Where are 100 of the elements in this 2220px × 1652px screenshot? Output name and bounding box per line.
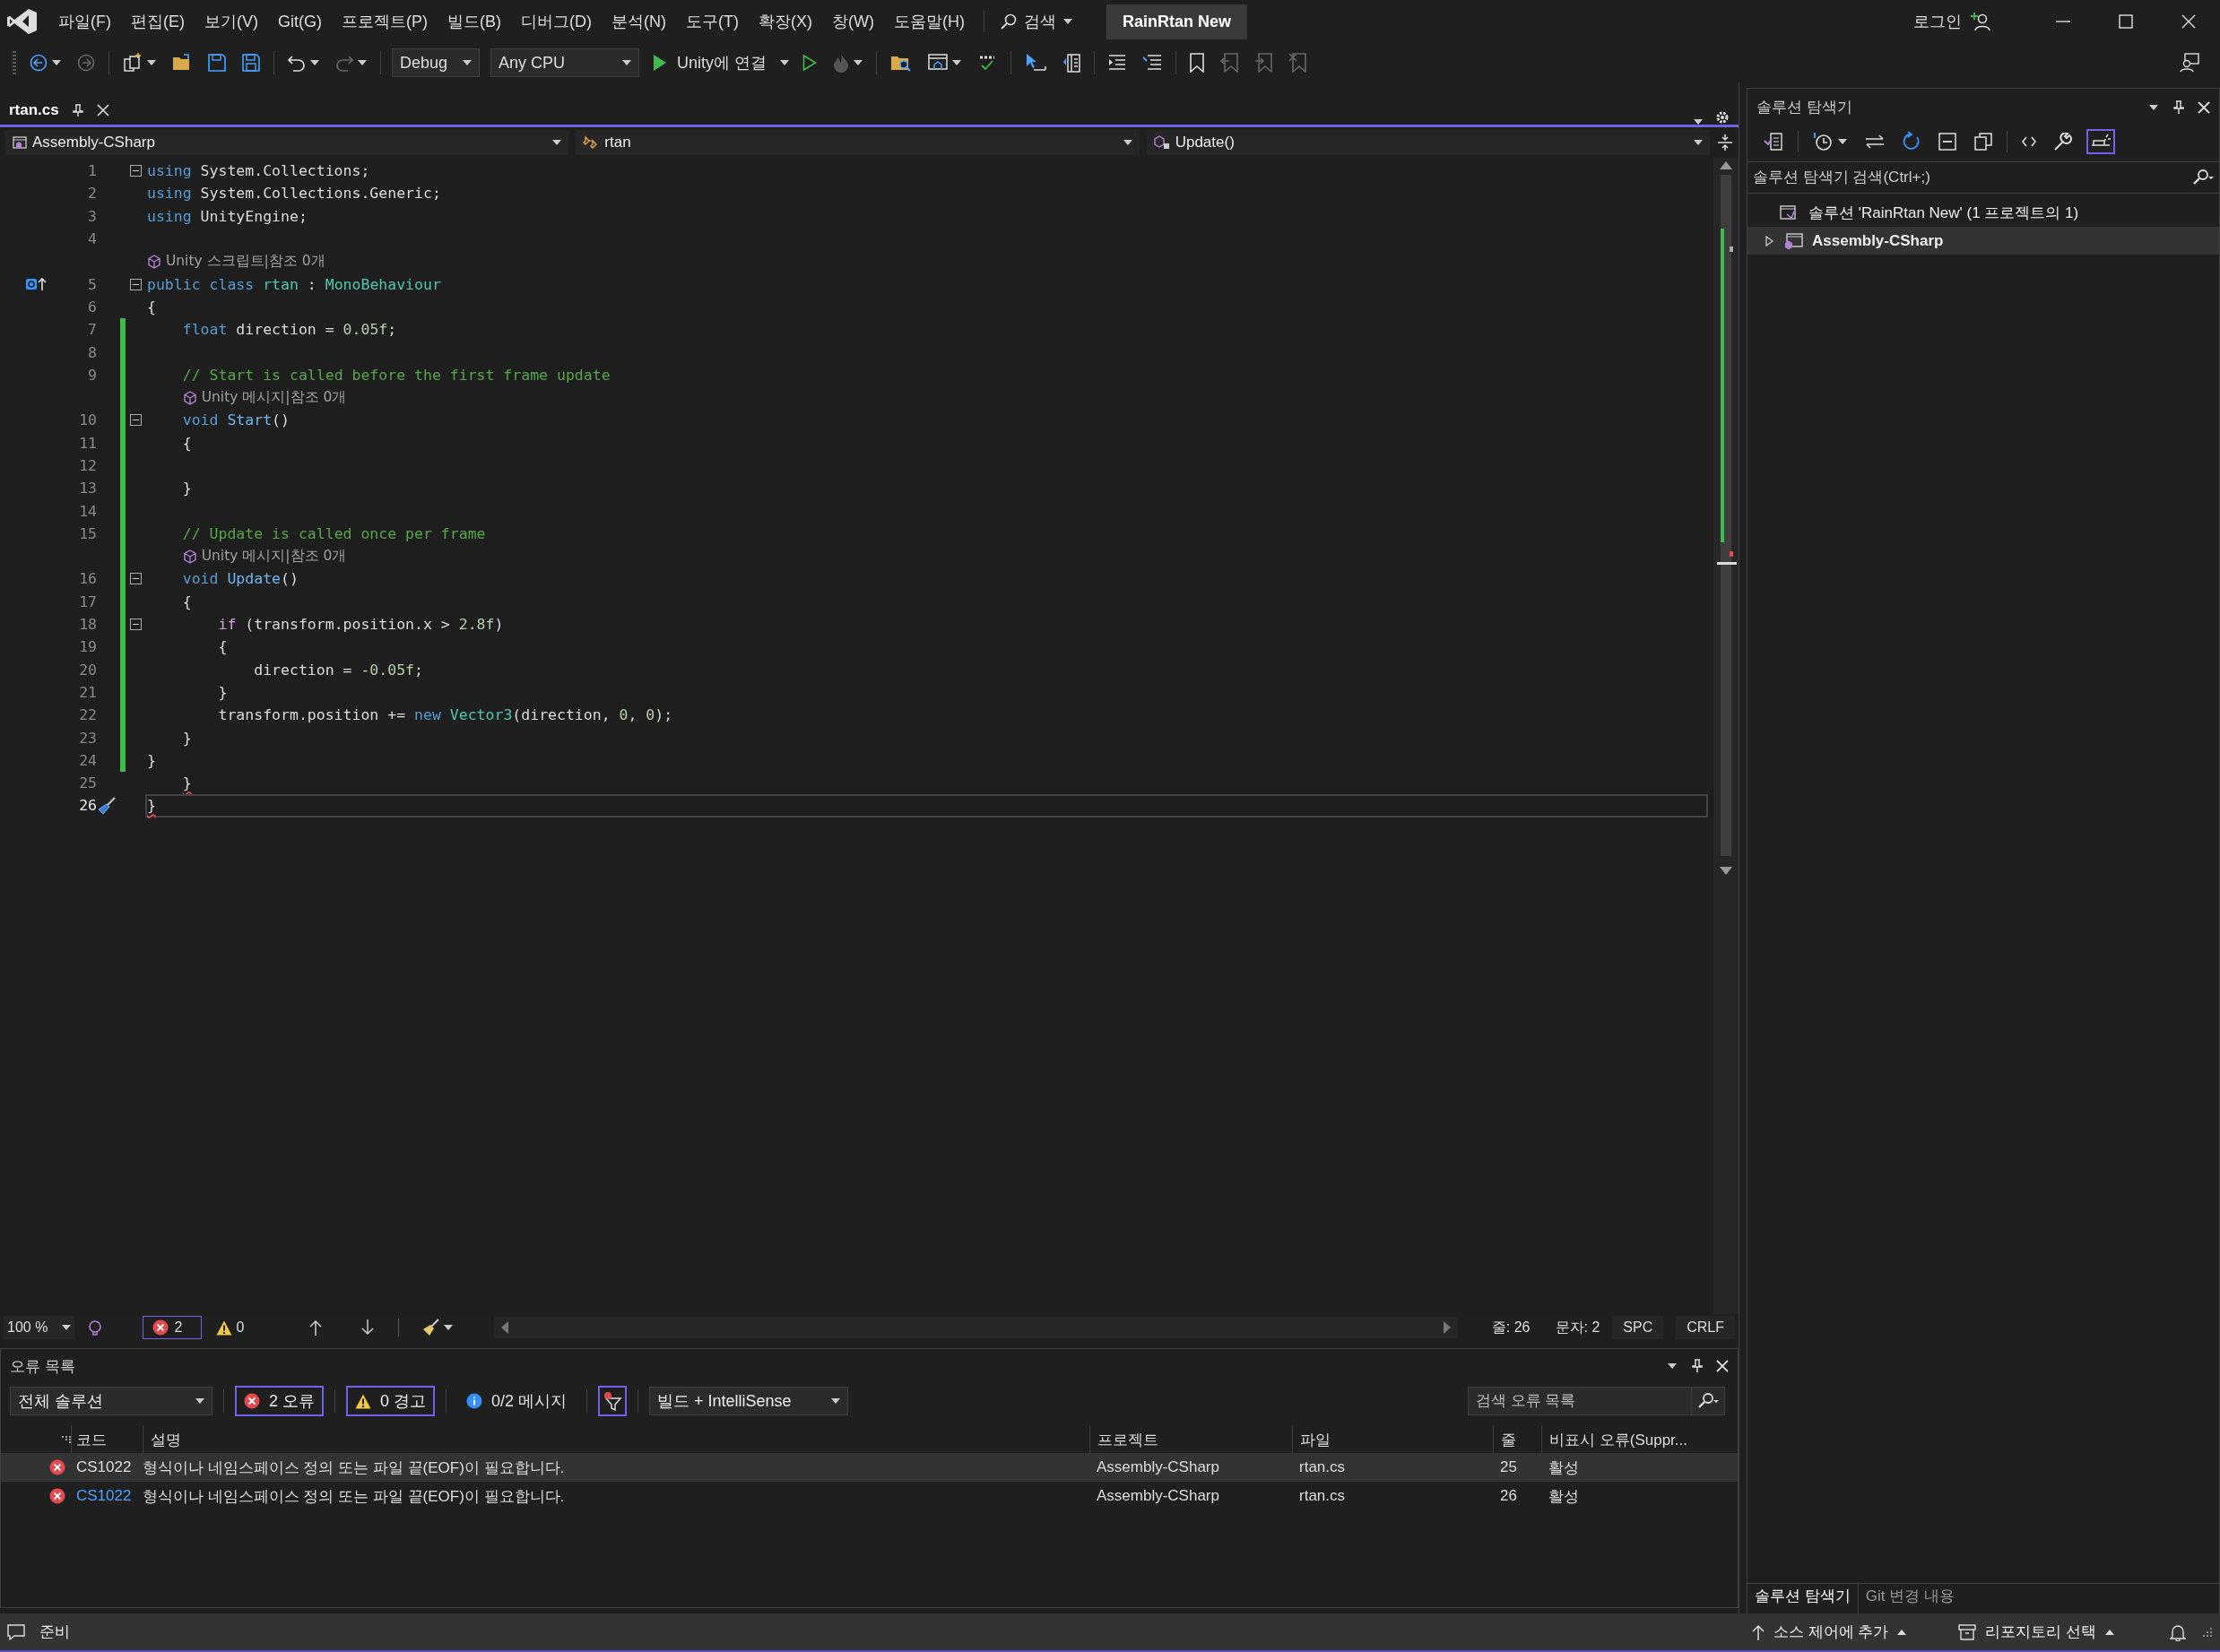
repository-button[interactable]: 리포지토리 선택 [1953, 1621, 2120, 1643]
add-to-source-control-button[interactable]: 소스 제어에 추가 [1746, 1621, 1912, 1643]
code-line: using System.Collections; [147, 162, 370, 180]
warning-count-button[interactable]: 0 [214, 1318, 247, 1337]
collapse-toggle[interactable] [129, 165, 142, 177]
table-cell-text: Assembly-CSharp [1096, 1487, 1220, 1505]
codelens-text[interactable]: Unity 메시지|참조 0개 [196, 547, 347, 567]
menu-item[interactable]: 빌드(B) [438, 5, 511, 38]
code-line: public class rtan : MonoBehaviour [147, 275, 441, 293]
line-number: 10 [78, 411, 97, 429]
menu-item[interactable]: 분석(N) [602, 5, 676, 38]
line-number: 2 [87, 185, 97, 203]
error-icon [49, 1488, 65, 1504]
minimize-icon [2056, 21, 2070, 22]
start-button[interactable]: Unity에 연결 [650, 49, 769, 76]
table-cell-text: 25 [1499, 1458, 1518, 1476]
cursor-icon [1025, 53, 1046, 73]
clear-bookmarks-button[interactable] [1286, 50, 1309, 75]
horizontal-scrollbar[interactable] [494, 1317, 1458, 1338]
save-all-button[interactable] [239, 51, 263, 74]
bookmark-icon [1190, 53, 1204, 73]
menu-item[interactable]: 확장(X) [748, 5, 822, 38]
save-icon [208, 54, 226, 72]
collapse-all-icon [1938, 133, 1956, 151]
split-icon[interactable] [1717, 134, 1733, 151]
settings-icon[interactable] [1715, 110, 1730, 125]
caret-icon[interactable] [780, 60, 789, 65]
save-button[interactable] [205, 51, 229, 74]
clock-icon [1813, 132, 1833, 151]
menu-item[interactable]: 창(W) [821, 5, 884, 38]
navigation-dropdown[interactable]: Assembly-CSharp [5, 130, 569, 155]
navigation-dropdown[interactable]: Update() [1146, 130, 1710, 155]
codelens-text[interactable]: Unity 스크립트|참조 0개 [161, 252, 325, 272]
search-button[interactable]: 검색 [993, 5, 1080, 38]
error-icon [244, 1393, 260, 1409]
caret-icon[interactable] [1668, 1363, 1677, 1369]
error-row[interactable]: CS1022 형식이나 네임스페이스 정의 또는 파일 끝(EOF)이 필요합니다. Assembly-CSharp rtan.cs 26 활성 [1, 1482, 1738, 1510]
collapse-toggle[interactable] [129, 414, 142, 427]
close-icon[interactable] [1716, 1360, 1729, 1372]
menu-item[interactable]: 파일(F) [48, 5, 121, 38]
indent-icon [1108, 54, 1126, 72]
caret-icon[interactable] [2149, 104, 2158, 110]
menu-item[interactable]: 편집(E) [121, 5, 195, 38]
line-indicator[interactable]: 줄: 26 [1491, 1318, 1531, 1337]
play-icon [653, 54, 667, 72]
whitespace-indicator[interactable]: SPC [1612, 1316, 1664, 1339]
menu-item[interactable]: 도구(T) [676, 5, 749, 38]
sign-in-button[interactable]: 로그인 [1908, 10, 1996, 33]
screwdriver-icon[interactable] [97, 795, 117, 816]
search-button[interactable] [1692, 1387, 1725, 1415]
code-line: float direction = 0.05f; [181, 321, 397, 339]
filter-toggle[interactable]: 0/2 메시지 [457, 1386, 577, 1416]
menu-item[interactable]: 보기(V) [195, 5, 268, 38]
caret-icon[interactable] [1694, 119, 1703, 125]
column-indicator[interactable]: 문자: 2 [1555, 1318, 1600, 1337]
error-code-link[interactable]: CS1022 [76, 1458, 143, 1476]
caret-icon [854, 60, 863, 65]
navigation-dropdown[interactable]: rtan [576, 130, 1140, 155]
configuration-dropdown[interactable]: Debug [392, 48, 480, 77]
search-field[interactable]: 검색 오류 목록 [1468, 1387, 1692, 1415]
menu-item[interactable]: 프로젝트(P) [332, 5, 438, 38]
tree-item[interactable]: 솔루션 'RainRtan New' (1 프로젝트의 1) [1747, 199, 2219, 227]
scope-dropdown[interactable]: 전체 솔루션 [10, 1387, 212, 1415]
logo-icon [7, 8, 38, 35]
tree-item[interactable]: Assembly-CSharp [1747, 227, 2219, 255]
search-icon [1000, 13, 1017, 30]
platform-dropdown[interactable]: Any CPU [490, 48, 639, 77]
error-code-link[interactable]: CS1022 [76, 1487, 143, 1505]
line-ending-indicator[interactable]: CRLF [1676, 1316, 1735, 1339]
caret-icon [463, 60, 472, 65]
panel-tab[interactable]: Git 변경 내용 [1858, 1582, 1962, 1613]
override-icon[interactable] [25, 277, 48, 292]
collapse-toggle[interactable] [129, 618, 142, 631]
error-count-button[interactable]: 2 [143, 1316, 203, 1339]
expand-arrow-icon[interactable] [1765, 235, 1773, 247]
preview-button[interactable] [2086, 129, 2115, 154]
caret-icon [1062, 19, 1072, 24]
table-cell-text: 활성 [1548, 1457, 1580, 1478]
menu-item[interactable]: 도움말(H) [883, 5, 975, 38]
previous-bookmark-button[interactable] [1218, 50, 1241, 75]
collapse-toggle[interactable] [129, 573, 142, 585]
close-icon[interactable] [2198, 100, 2210, 114]
intellicode-icon[interactable] [87, 1319, 104, 1336]
bookmark-button[interactable] [1187, 50, 1207, 75]
pin-icon[interactable] [1691, 1359, 1704, 1373]
zoom-dropdown[interactable]: 100 % [4, 1316, 75, 1339]
resize-grip-icon [2200, 1625, 2213, 1639]
vertical-scrollbar[interactable] [1713, 158, 1739, 1314]
menu-item[interactable]: Git(G) [268, 6, 332, 37]
filter-toggle[interactable]: 0 경고 [346, 1386, 436, 1416]
pin-icon[interactable] [2172, 99, 2185, 115]
codelens-text[interactable]: Unity 메시지|참조 0개 [196, 388, 347, 408]
filter-button[interactable] [598, 1386, 628, 1416]
menu-item[interactable]: 디버그(D) [511, 5, 602, 38]
spell-check-icon [977, 54, 997, 72]
collapse-toggle[interactable] [129, 278, 142, 290]
error-row[interactable]: CS1022 형식이나 네임스페이스 정의 또는 파일 끝(EOF)이 필요합니다. Assembly-CSharp rtan.cs 25 활성 [1, 1453, 1738, 1482]
source-dropdown[interactable]: 빌드 + IntelliSense [649, 1387, 849, 1415]
filter-toggle[interactable]: 2 오류 [235, 1386, 324, 1416]
column-header[interactable]: 코드 [76, 1426, 143, 1453]
